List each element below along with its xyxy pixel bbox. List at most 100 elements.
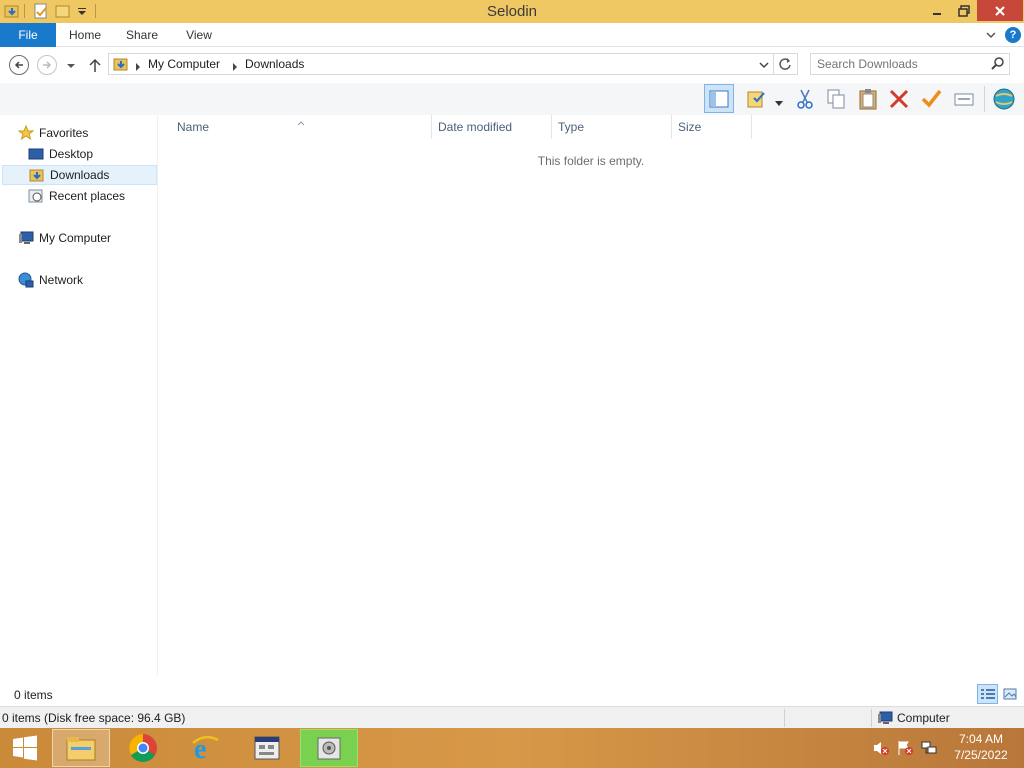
command-toolbar xyxy=(0,83,1024,115)
copy-icon[interactable] xyxy=(823,86,849,112)
network-tray-icon[interactable] xyxy=(921,740,937,756)
restore-button[interactable] xyxy=(950,0,977,21)
volume-muted-icon[interactable] xyxy=(873,740,889,756)
properties-dropdown-icon[interactable] xyxy=(775,96,783,110)
desktop-icon xyxy=(28,146,44,162)
taskbar-disk-app[interactable] xyxy=(300,729,358,767)
computer-icon xyxy=(18,230,34,246)
back-arrow-icon xyxy=(14,61,23,69)
details-view-icon xyxy=(980,689,995,699)
details-view-button[interactable] xyxy=(977,684,998,704)
items-count: 0 items xyxy=(14,688,53,702)
check-icon[interactable] xyxy=(918,86,944,112)
search-input[interactable] xyxy=(817,56,981,72)
delete-icon[interactable] xyxy=(886,86,912,112)
navigation-pane: Favorites Desktop Downloads Recent place… xyxy=(0,115,158,675)
computer-icon xyxy=(877,710,893,729)
taskbar-chrome[interactable] xyxy=(114,729,172,767)
file-list: Name Date modified Type Size This folder… xyxy=(158,115,1024,675)
cut-icon[interactable] xyxy=(792,86,818,112)
tab-view[interactable]: View xyxy=(178,23,220,47)
minimize-button[interactable] xyxy=(923,0,950,21)
status-divider xyxy=(784,709,785,727)
disk-free-space: 0 items (Disk free space: 96.4 GB) xyxy=(2,711,186,725)
close-icon xyxy=(995,5,1005,16)
toolbar-divider xyxy=(984,86,985,112)
nav-label: Downloads xyxy=(50,168,110,182)
recent-places-icon xyxy=(28,188,44,204)
downloads-folder-icon xyxy=(29,167,45,183)
nav-label: My Computer xyxy=(39,231,112,245)
restore-icon xyxy=(957,4,970,17)
breadcrumb-my-computer[interactable]: My Computer xyxy=(148,57,220,71)
title-bar: Selodin xyxy=(0,0,1024,23)
internet-explorer-icon: e xyxy=(192,734,219,763)
back-button[interactable] xyxy=(9,55,29,75)
column-type[interactable]: Type xyxy=(552,115,672,139)
tab-share[interactable]: Share xyxy=(121,23,163,47)
clock-date: 7/25/2022 xyxy=(954,748,1008,762)
nav-label: Favorites xyxy=(39,126,89,140)
breadcrumb-separator-icon[interactable] xyxy=(232,60,238,74)
nav-favorites[interactable]: Favorites xyxy=(17,123,173,143)
clock-time: 7:04 AM xyxy=(958,732,1004,746)
nav-network[interactable]: Network xyxy=(18,270,173,290)
search-box[interactable] xyxy=(810,53,1010,75)
chrome-icon xyxy=(129,734,157,762)
clock[interactable]: 7:04 AM 7/25/2022 xyxy=(946,731,1016,763)
ribbon: File Home Share View ? xyxy=(0,23,1024,47)
forward-button[interactable] xyxy=(37,55,57,75)
app-window-icon xyxy=(254,736,280,760)
up-arrow-icon[interactable] xyxy=(88,57,102,76)
nav-label: Desktop xyxy=(49,147,94,161)
tab-file[interactable]: File xyxy=(0,23,56,47)
help-icon[interactable]: ? xyxy=(1005,27,1021,43)
nav-label: Network xyxy=(39,273,84,287)
preview-pane-icon[interactable] xyxy=(704,84,734,113)
paste-icon[interactable] xyxy=(855,86,881,112)
nav-my-computer[interactable]: My Computer xyxy=(18,228,173,248)
recent-locations-icon[interactable] xyxy=(66,60,76,74)
downloads-folder-icon xyxy=(113,56,129,75)
window-title: Selodin xyxy=(486,3,538,20)
breadcrumb-separator-icon[interactable] xyxy=(135,60,141,74)
status-bar: 0 items xyxy=(0,683,1024,706)
status-location: Computer xyxy=(897,711,950,725)
status-divider xyxy=(871,709,872,727)
refresh-icon[interactable] xyxy=(778,57,792,74)
column-size[interactable]: Size xyxy=(672,115,752,139)
empty-folder-message: This folder is empty. xyxy=(537,154,645,168)
nav-label: Recent places xyxy=(49,189,126,203)
large-icons-view-button[interactable] xyxy=(1000,685,1020,703)
address-row: My Computer Downloads xyxy=(0,48,1024,83)
file-explorer-icon xyxy=(66,737,96,761)
details-status-bar: 0 items (Disk free space: 96.4 GB) Compu… xyxy=(0,706,1024,728)
start-button[interactable] xyxy=(0,729,50,767)
forward-arrow-icon xyxy=(43,61,52,69)
properties-icon[interactable] xyxy=(744,86,770,112)
network-icon xyxy=(18,272,34,288)
taskbar-file-explorer[interactable] xyxy=(52,729,110,767)
address-divider xyxy=(773,54,774,74)
tab-home[interactable]: Home xyxy=(64,23,106,47)
nav-downloads[interactable]: Downloads xyxy=(2,165,157,185)
minimize-icon xyxy=(932,12,941,15)
globe-icon[interactable] xyxy=(991,86,1017,112)
taskbar-internet-explorer[interactable]: e xyxy=(176,729,234,767)
disk-app-icon xyxy=(317,737,341,760)
taskbar-app-window[interactable] xyxy=(238,729,296,767)
action-center-flag-icon[interactable] xyxy=(897,740,913,756)
breadcrumb-downloads[interactable]: Downloads xyxy=(245,57,304,71)
windows-logo-icon xyxy=(13,735,37,761)
search-icon[interactable] xyxy=(991,57,1005,74)
taskbar: e 7:04 AM 7/25/2022 xyxy=(0,728,1024,768)
sort-ascending-icon xyxy=(297,115,305,129)
column-date-modified[interactable]: Date modified xyxy=(432,115,552,139)
close-button[interactable] xyxy=(977,0,1023,21)
address-bar[interactable]: My Computer Downloads xyxy=(108,53,798,75)
large-icons-view-icon xyxy=(1003,688,1017,700)
rename-icon[interactable] xyxy=(951,86,977,112)
address-dropdown-icon[interactable] xyxy=(759,59,769,73)
star-icon xyxy=(17,124,35,141)
expand-ribbon-icon[interactable] xyxy=(985,29,997,44)
